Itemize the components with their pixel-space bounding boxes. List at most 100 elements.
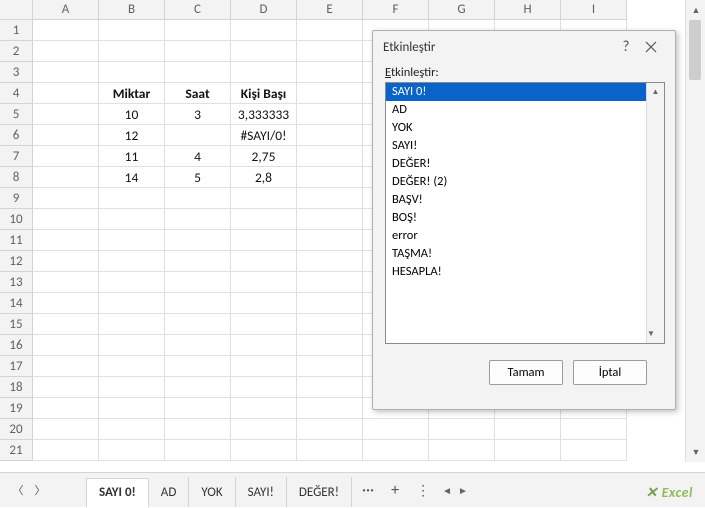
tab-nav-prev-icon[interactable]: 〈 xyxy=(10,482,26,498)
col-header[interactable]: A xyxy=(33,0,99,20)
cell[interactable] xyxy=(165,293,231,314)
cell[interactable] xyxy=(99,377,165,398)
listbox-item[interactable]: SAYI 0! xyxy=(386,83,664,101)
row-header[interactable]: 2 xyxy=(0,41,33,62)
cell[interactable] xyxy=(165,440,231,461)
hscroll-right-icon[interactable]: ► xyxy=(458,484,468,497)
listbox-item[interactable]: BOŞ! xyxy=(386,209,664,227)
listbox-item[interactable]: TAŞMA! xyxy=(386,245,664,263)
cell[interactable] xyxy=(297,125,363,146)
sheet-listbox[interactable]: SAYI 0!ADYOKSAYI!DEĞER!DEĞER! (2)BAŞV!BO… xyxy=(385,82,665,344)
cell[interactable] xyxy=(165,209,231,230)
col-header[interactable]: G xyxy=(429,0,495,20)
row-header[interactable]: 6 xyxy=(0,125,33,146)
cell[interactable] xyxy=(297,314,363,335)
cell[interactable]: 11 xyxy=(99,146,165,167)
cell[interactable] xyxy=(363,419,429,440)
col-header[interactable]: D xyxy=(231,0,297,20)
cell[interactable] xyxy=(99,272,165,293)
cell[interactable] xyxy=(33,125,99,146)
hscroll-left-icon[interactable]: ◄ xyxy=(442,484,452,497)
cell[interactable] xyxy=(33,293,99,314)
cell[interactable]: 12 xyxy=(99,125,165,146)
listbox-item[interactable]: AD xyxy=(386,101,664,119)
row-header[interactable]: 4 xyxy=(0,83,33,104)
cell[interactable] xyxy=(99,188,165,209)
cell[interactable] xyxy=(561,419,627,440)
cell[interactable] xyxy=(231,230,297,251)
cell[interactable] xyxy=(33,104,99,125)
sheet-tab[interactable]: SAYI! xyxy=(236,477,287,507)
cell[interactable] xyxy=(297,335,363,356)
cell[interactable] xyxy=(297,146,363,167)
col-header[interactable]: C xyxy=(165,0,231,20)
cell[interactable] xyxy=(297,62,363,83)
cell[interactable] xyxy=(231,272,297,293)
cell[interactable]: 5 xyxy=(165,167,231,188)
cell[interactable] xyxy=(33,314,99,335)
row-header[interactable]: 7 xyxy=(0,146,33,167)
listbox-item[interactable]: BAŞV! xyxy=(386,191,664,209)
cell[interactable] xyxy=(165,20,231,41)
row-header[interactable]: 3 xyxy=(0,62,33,83)
scroll-up-icon[interactable]: ▲ xyxy=(647,83,664,101)
cell[interactable]: 10 xyxy=(99,104,165,125)
listbox-item[interactable]: YOK xyxy=(386,119,664,137)
cell[interactable] xyxy=(99,293,165,314)
cell[interactable] xyxy=(33,188,99,209)
cell[interactable] xyxy=(231,293,297,314)
cell[interactable] xyxy=(297,440,363,461)
horizontal-scroll-nav[interactable]: ◄ ► xyxy=(442,484,468,497)
cell[interactable] xyxy=(231,41,297,62)
row-header[interactable]: 15 xyxy=(0,314,33,335)
cell[interactable] xyxy=(165,41,231,62)
add-sheet-button[interactable]: + xyxy=(384,481,406,500)
cell[interactable] xyxy=(495,419,561,440)
cell[interactable] xyxy=(231,62,297,83)
col-header[interactable]: B xyxy=(99,0,165,20)
cell[interactable] xyxy=(429,440,495,461)
row-header[interactable]: 1 xyxy=(0,20,33,41)
cell[interactable] xyxy=(429,419,495,440)
cell[interactable] xyxy=(33,419,99,440)
cell[interactable] xyxy=(231,251,297,272)
cell[interactable] xyxy=(165,125,231,146)
cell[interactable] xyxy=(99,398,165,419)
row-header[interactable]: 21 xyxy=(0,440,33,461)
cell[interactable] xyxy=(297,398,363,419)
table-header-cell[interactable]: Saat xyxy=(165,83,231,104)
cell[interactable] xyxy=(33,356,99,377)
cell[interactable]: #SAYI/0! xyxy=(231,125,297,146)
cell[interactable] xyxy=(297,167,363,188)
cell[interactable] xyxy=(165,62,231,83)
cell[interactable] xyxy=(99,356,165,377)
table-header-cell[interactable]: Kişi Başı xyxy=(231,83,297,104)
cell[interactable] xyxy=(363,440,429,461)
dialog-help-button[interactable]: ? xyxy=(615,38,637,56)
cell[interactable] xyxy=(165,251,231,272)
col-header[interactable]: E xyxy=(297,0,363,20)
listbox-item[interactable]: DEĞER! xyxy=(386,155,664,173)
cell[interactable] xyxy=(165,419,231,440)
listbox-scrollbar[interactable]: ▲ ▼ xyxy=(646,83,664,343)
row-header[interactable]: 8 xyxy=(0,167,33,188)
table-header-cell[interactable]: Miktar xyxy=(99,83,165,104)
cancel-button[interactable]: İptal xyxy=(573,360,647,385)
row-header[interactable]: 16 xyxy=(0,335,33,356)
cell[interactable] xyxy=(231,188,297,209)
cell[interactable] xyxy=(33,440,99,461)
sheet-tab[interactable]: AD xyxy=(149,477,190,507)
cell[interactable]: 4 xyxy=(165,146,231,167)
cell[interactable] xyxy=(297,188,363,209)
cell[interactable]: 3,333333 xyxy=(231,104,297,125)
cell[interactable] xyxy=(297,83,363,104)
cell[interactable] xyxy=(99,41,165,62)
cell[interactable] xyxy=(165,230,231,251)
scroll-thumb[interactable] xyxy=(689,20,701,80)
cell[interactable]: 2,75 xyxy=(231,146,297,167)
cell[interactable] xyxy=(99,20,165,41)
cell[interactable] xyxy=(33,230,99,251)
cell[interactable] xyxy=(99,335,165,356)
cell[interactable] xyxy=(231,20,297,41)
col-header[interactable]: H xyxy=(495,0,561,20)
